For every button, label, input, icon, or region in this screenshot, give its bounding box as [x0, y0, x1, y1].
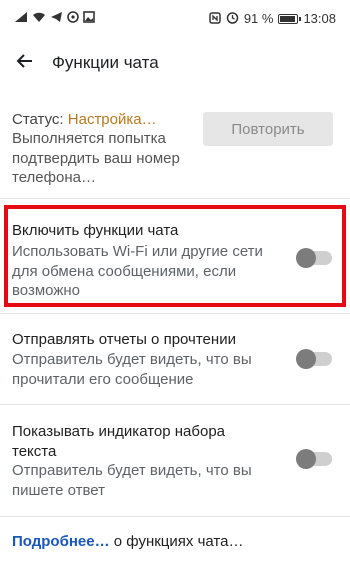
highlight-box [4, 205, 346, 307]
status-bar: 91 % 13:08 [0, 0, 350, 38]
battery-fill [280, 16, 296, 22]
status-description: Выполняется попытка подтвердить ваш номе… [12, 130, 180, 186]
toggle-knob [296, 349, 316, 369]
setting-title: Отправлять отчеты о прочтении [12, 331, 236, 348]
setting-description: Отправитель будет видеть, что вы пишете … [12, 462, 252, 499]
wifi-icon [32, 11, 46, 26]
arrow-back-icon [15, 51, 35, 76]
back-button[interactable] [8, 46, 42, 80]
status-bar-left [14, 11, 95, 26]
image-icon [83, 11, 95, 26]
telegram-icon [50, 11, 63, 26]
clock: 13:08 [303, 11, 336, 26]
divider [0, 313, 350, 314]
divider [0, 516, 350, 517]
learn-more-link[interactable]: Подробнее… [12, 533, 110, 550]
typing-indicator-toggle[interactable] [296, 449, 332, 469]
signal-icon [14, 11, 28, 26]
setting-row-typing-indicator[interactable]: Показывать индикатор набора текста Отпра… [0, 410, 350, 510]
viber-icon [67, 11, 79, 26]
retry-button[interactable]: Повторить [203, 112, 333, 146]
toggle-knob [296, 449, 316, 469]
learn-more-text: Подробнее… о функциях чата… [12, 533, 243, 550]
status-label: Статус: [12, 111, 64, 128]
page-title: Функции чата [52, 53, 159, 72]
read-receipts-toggle[interactable] [296, 349, 332, 369]
status-line: Статус: Настройка… [12, 110, 157, 129]
alarm-icon [226, 11, 239, 27]
divider [0, 404, 350, 405]
divider [0, 198, 350, 199]
status-section: Статус: Настройка… Выполняется попытка п… [0, 100, 350, 192]
nfc-icon [209, 11, 221, 27]
battery-percent: 91 % [243, 11, 274, 26]
battery-icon [278, 14, 302, 24]
setting-row-read-receipts[interactable]: Отправлять отчеты о прочтении Отправител… [0, 318, 350, 396]
setting-description: Отправитель будет видеть, что вы прочита… [12, 351, 252, 388]
status-value: Настройка… [67, 111, 157, 128]
status-bar-right: 91 % 13:08 [209, 11, 336, 27]
setting-title: Показывать индикатор набора текста [12, 423, 226, 460]
app-bar: Функции чата [0, 40, 350, 86]
learn-more-rest: о функциях чата… [109, 533, 244, 550]
